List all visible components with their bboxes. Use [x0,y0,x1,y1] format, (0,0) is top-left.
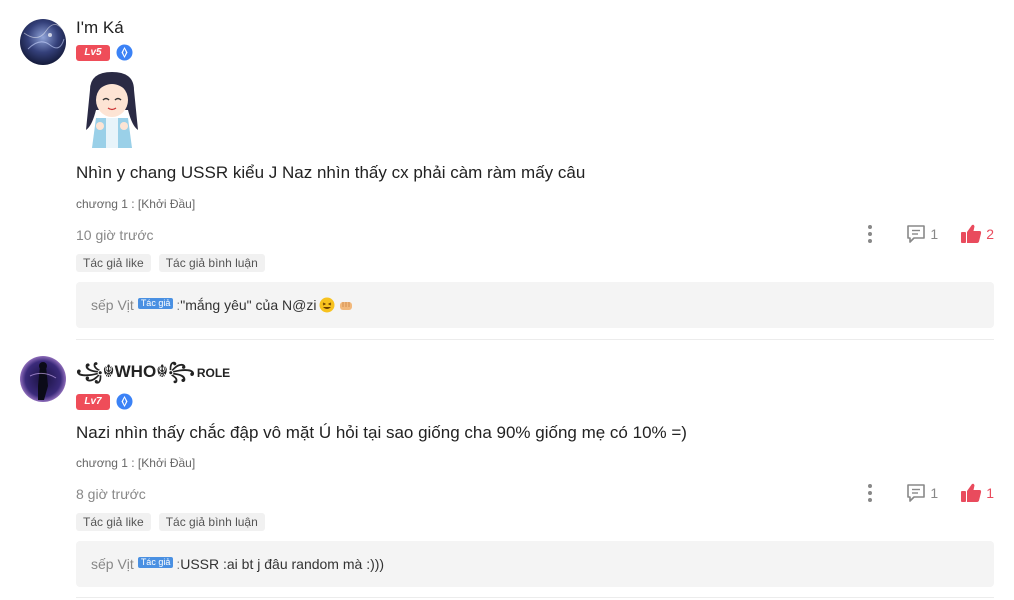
verified-icon [116,393,133,410]
comment-actions: 1 2 [860,223,994,245]
username[interactable]: ꧁☬WHO☬꧂ ROLE [76,358,230,393]
reply-button[interactable]: 1 [906,483,938,503]
level-badge: Lv5 [76,44,110,61]
comment-item: ꧁☬WHO☬꧂ ROLE Lv7 Nazi nhìn thấy chắc đập … [0,340,1014,600]
tag-list: Tác giả like Tác giả bình luận [76,254,265,272]
comment-actions: 1 1 [860,482,994,504]
author-badge: Tác giả [137,556,174,568]
username-text: ꧁☬WHO☬꧂ [76,362,195,381]
comment-icon [907,484,926,502]
comment-icon [907,225,926,243]
like-count: 1 [986,485,994,501]
reply-text: USSR :ai bt j đâu random mà :))) [180,556,385,572]
tag-author-comment: Tác giả bình luận [158,513,265,531]
avatar[interactable] [20,356,66,402]
reply-count: 1 [930,226,939,242]
tag-author-comment: Tác giả bình luận [158,254,265,272]
chapter-link[interactable]: chương 1 : [Khởi Đầu] [76,197,195,211]
comment-body: I'm Ká Lv5 Nhìn y chang USSR kiểu J Naz … [76,0,994,340]
badge-row: Lv7 [76,393,133,410]
level-badge: Lv7 [76,393,110,410]
reply-author: sếp Vịt [91,556,134,572]
fist-emoji-icon [340,302,353,310]
tag-author-like: Tác giả like [76,254,151,272]
comment-body: ꧁☬WHO☬꧂ ROLE Lv7 Nazi nhìn thấy chắc đập … [76,340,994,600]
username[interactable]: I'm Ká [76,18,124,38]
more-options-icon[interactable] [860,223,880,245]
author-badge: Tác giả [137,297,174,309]
chapter-link[interactable]: chương 1 : [Khởi Đầu] [76,456,195,470]
more-options-icon[interactable] [860,482,880,504]
comment-text: Nazi nhìn thấy chắc đập vô mặt Ú hỏi tại… [76,423,687,442]
badge-row: Lv5 [76,44,133,61]
like-count: 2 [986,226,994,242]
avatar[interactable] [20,19,66,65]
reply-text: "mắng yêu" của N@zi [180,297,317,313]
username-suffix: ROLE [196,366,231,380]
verified-icon [116,44,133,61]
author-reply[interactable]: sếp Vịt Tác giả : USSR :ai bt j đâu rand… [76,541,994,587]
author-reply[interactable]: sếp Vịt Tác giả : "mắng yêu" của N@zi [76,282,994,328]
like-button[interactable]: 2 [960,224,994,244]
reply-author: sếp Vịt [91,297,134,313]
thumbs-up-icon [961,224,982,243]
reply-count: 1 [930,485,939,501]
thumbs-up-icon [961,483,982,502]
laughing-emoji-icon [319,297,335,313]
reply-button[interactable]: 1 [906,224,938,244]
timestamp: 10 giờ trước [76,227,154,243]
like-button[interactable]: 1 [960,483,994,503]
tag-author-like: Tác giả like [76,513,151,531]
comment-divider [76,597,994,598]
comment-text: Nhìn y chang USSR kiểu J Naz nhìn thấy c… [76,163,586,182]
timestamp: 8 giờ trước [76,486,146,502]
comment-item: I'm Ká Lv5 Nhìn y chang USSR kiểu J Naz … [0,0,1014,340]
sticker-image [86,72,138,148]
tag-list: Tác giả like Tác giả bình luận [76,513,265,531]
